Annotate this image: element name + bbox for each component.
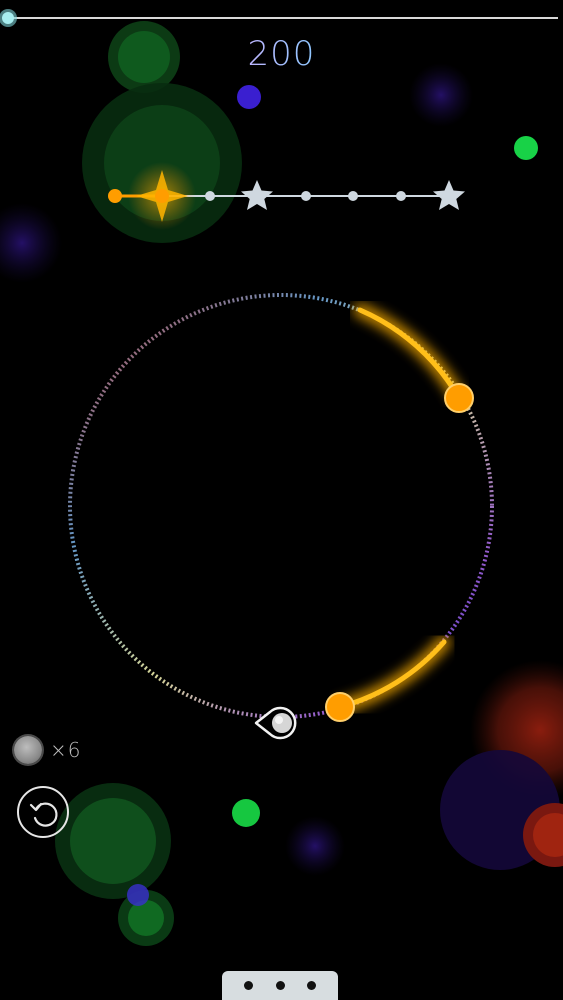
track-stop-start [108, 189, 122, 203]
lives-counter: ×6 [14, 736, 81, 764]
more-dots-icon [306, 981, 316, 990]
more-dots-icon [244, 981, 254, 990]
track-stop [205, 191, 215, 201]
restart-icon [29, 802, 58, 827]
track-stop-current [155, 189, 169, 203]
background-bokeh [0, 21, 563, 946]
track-stop [301, 191, 311, 201]
lives-count: ×6 [50, 738, 82, 762]
score-display: 200 [0, 34, 563, 74]
more-dots-icon [275, 981, 285, 990]
orange-node [444, 383, 474, 413]
game-stage[interactable]: 200 ×6 [0, 0, 563, 1000]
level-track [108, 162, 465, 230]
orbit-ring [68, 293, 494, 722]
star-icon [241, 180, 273, 210]
restart-button[interactable] [17, 786, 69, 838]
track-stop [396, 191, 406, 201]
track-stop [348, 191, 358, 201]
star-icon [433, 180, 465, 210]
progress-bar [0, 9, 558, 27]
ball-icon [14, 736, 42, 764]
orange-node [325, 692, 355, 722]
player-ball[interactable] [254, 706, 297, 740]
more-menu-button[interactable] [222, 971, 338, 1000]
playfield [0, 9, 563, 946]
